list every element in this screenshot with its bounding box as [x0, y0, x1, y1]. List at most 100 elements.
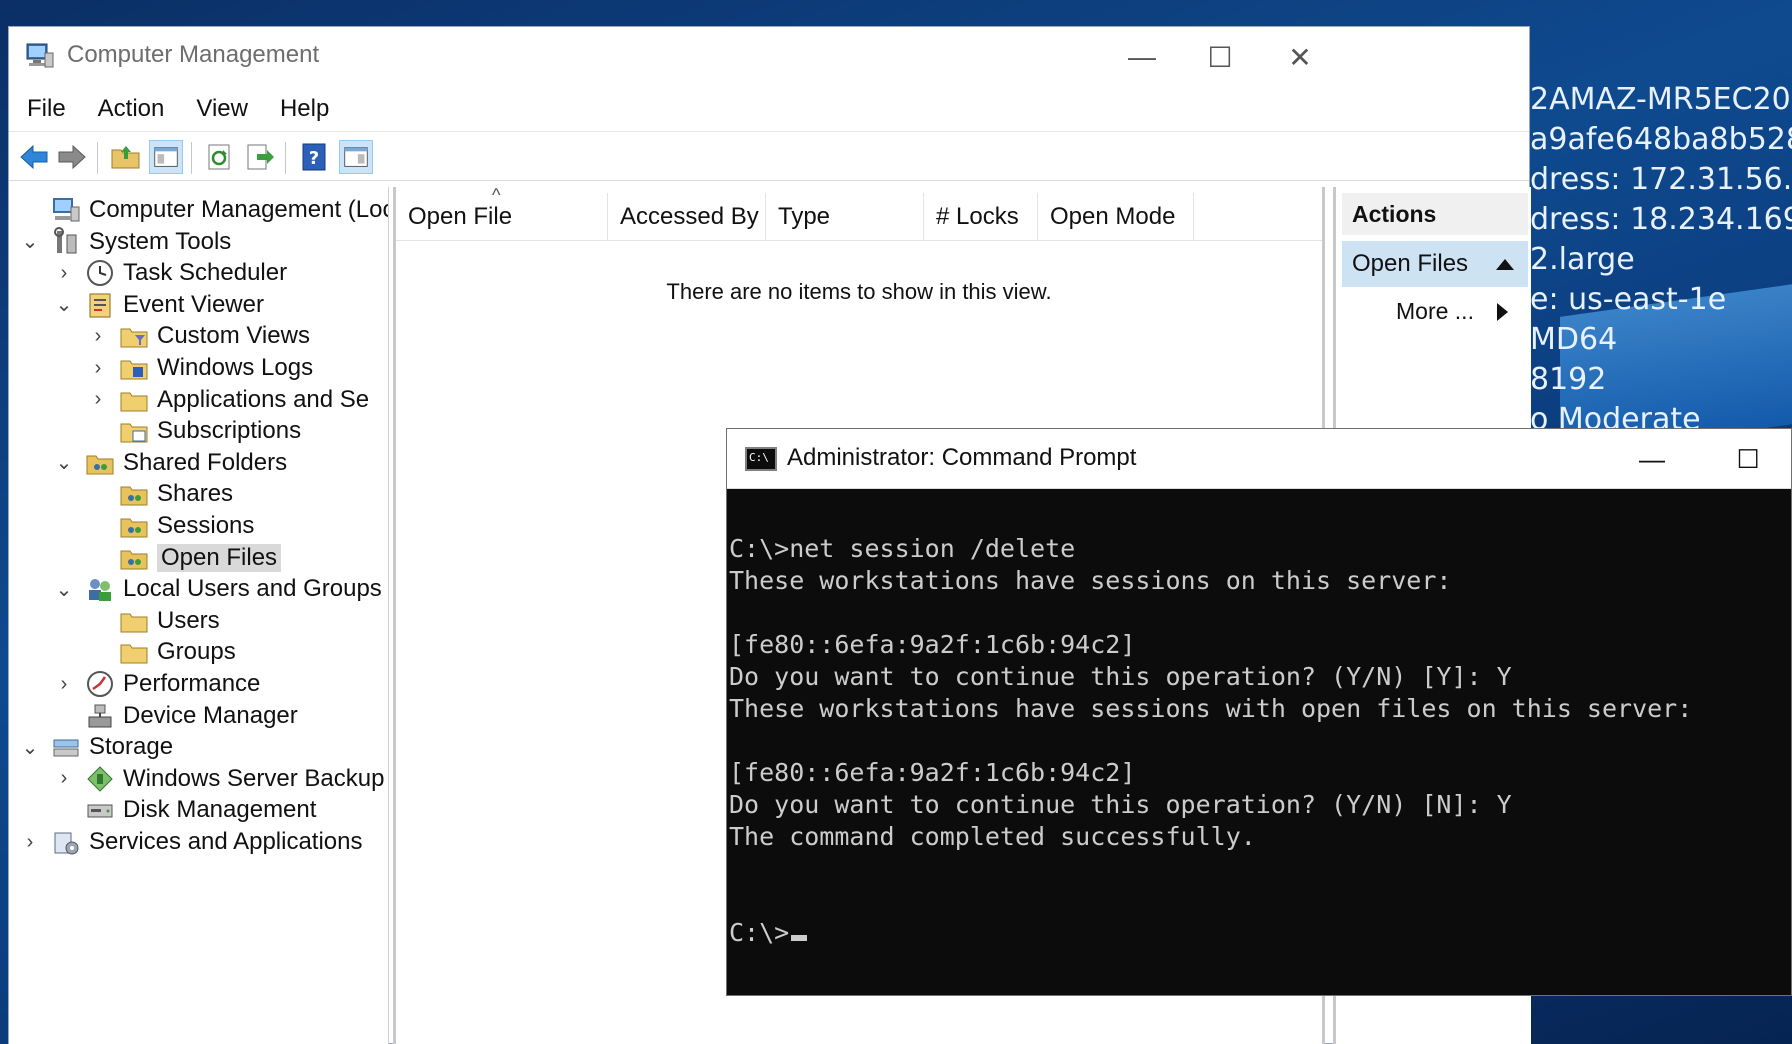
chevron-right-icon[interactable]: ›	[85, 355, 111, 381]
command-prompt-window[interactable]: C:\ Administrator: Command Prompt — ☐ C:…	[726, 428, 1792, 996]
cmd-minimize-button[interactable]: —	[1607, 429, 1697, 489]
tree-item-shares[interactable]: Shares	[85, 477, 233, 511]
up-folder-icon[interactable]	[109, 140, 143, 174]
console-line: Do you want to continue this operation? …	[729, 662, 1512, 691]
chevron-right-icon[interactable]: ›	[85, 323, 111, 349]
services-icon	[54, 832, 79, 855]
command-prompt-icon: C:\	[745, 447, 777, 471]
bginfo-overlay: 2AMAZ-MR5EC20 a9afe648ba8b528 dress: 172.3…	[1530, 80, 1792, 440]
chevron-down-icon[interactable]: ⌄	[17, 229, 43, 255]
event-viewer-icon	[89, 293, 111, 318]
refresh-icon[interactable]	[203, 140, 237, 174]
chevron-down-icon[interactable]: ⌄	[51, 450, 77, 476]
tree-item-label: Disk Management	[123, 796, 317, 824]
folder-icon	[120, 644, 148, 664]
subscriptions-icon	[120, 423, 148, 443]
tree-item-windows-logs[interactable]: › Windows Logs	[85, 351, 313, 385]
title-bar[interactable]: Computer Management — ☐ ✕	[9, 27, 1529, 87]
tree-item-services-and-applications[interactable]: › Services and Applications	[17, 825, 363, 859]
bginfo-line: a9afe648ba8b528	[1530, 122, 1792, 157]
tree-item-device-manager[interactable]: Device Manager	[51, 699, 298, 733]
folder-filter-icon	[120, 328, 148, 348]
computer-management-icon	[53, 198, 80, 222]
tree-item-users[interactable]: Users	[85, 604, 220, 638]
performance-icon	[87, 671, 113, 697]
tree-item-task-scheduler[interactable]: › Task Scheduler	[51, 256, 287, 290]
column-open-file[interactable]: Open File ^	[396, 185, 608, 241]
tree-item-label: Sessions	[157, 512, 255, 539]
export-list-icon[interactable]	[243, 140, 277, 174]
more-actions-item[interactable]: More ...	[1396, 291, 1526, 331]
tree-item-storage[interactable]: ⌄ Storage	[17, 730, 173, 764]
chevron-right-icon[interactable]: ›	[51, 766, 77, 792]
tree-item-applications-and-se[interactable]: › Applications and Se	[85, 383, 370, 417]
tree-item-event-viewer[interactable]: ⌄ Event Viewer	[51, 288, 264, 322]
console-output[interactable]: C:\>net session /delete These workstation…	[729, 501, 1789, 991]
submenu-arrow-icon	[1497, 303, 1508, 321]
tree-item-label: Local Users and Groups	[123, 575, 382, 603]
toolbar: ?	[9, 131, 1529, 181]
cmd-title-bar[interactable]: C:\ Administrator: Command Prompt — ☐	[727, 429, 1791, 489]
chevron-right-icon[interactable]: ›	[85, 387, 111, 413]
tree-item-subscriptions[interactable]: Subscriptions	[85, 414, 301, 448]
column-locks[interactable]: # Locks	[924, 193, 1038, 241]
menu-file[interactable]: File	[27, 95, 66, 123]
tree-item-disk-management[interactable]: Disk Management	[51, 793, 316, 827]
maximize-button[interactable]: ☐	[1175, 27, 1265, 87]
tree-item-windows-server-backup[interactable]: › Windows Server Backup	[51, 762, 385, 796]
more-actions-label: More ...	[1396, 297, 1474, 324]
tree-item-performance[interactable]: › Performance	[51, 667, 260, 701]
shared-folder-icon	[120, 518, 148, 538]
column-open-mode[interactable]: Open Mode	[1038, 193, 1194, 241]
tree-item-label: Device Manager	[123, 701, 298, 729]
sort-ascending-icon: ^	[492, 185, 501, 205]
clock-icon	[87, 260, 113, 287]
menu-bar: File Action View Help	[9, 87, 1529, 131]
chevron-right-icon[interactable]: ›	[51, 260, 77, 286]
tree-item-groups[interactable]: Groups	[85, 635, 236, 669]
tree-item-shared-folders[interactable]: ⌄ Shared Folders	[51, 446, 287, 480]
tree-item-label: System Tools	[89, 227, 232, 255]
column-accessed-by[interactable]: Accessed By	[608, 193, 766, 241]
chevron-down-icon[interactable]: ⌄	[51, 292, 77, 318]
menu-help[interactable]: Help	[280, 95, 329, 123]
cmd-maximize-button[interactable]: ☐	[1703, 429, 1792, 489]
minimize-button[interactable]: —	[1097, 27, 1187, 87]
tree-item-label: Task Scheduler	[123, 259, 288, 287]
menu-view[interactable]: View	[196, 95, 248, 123]
menu-action[interactable]: Action	[98, 95, 165, 123]
tree-item-label: Windows Logs	[157, 354, 314, 381]
tree-item-open-files[interactable]: Open Files	[85, 541, 282, 575]
close-button[interactable]: ✕	[1255, 27, 1345, 87]
chevron-down-icon[interactable]: ⌄	[51, 576, 77, 602]
bginfo-line: dress: 18.234.169.1	[1530, 202, 1792, 237]
actions-section-open-files[interactable]: Open Files	[1342, 241, 1528, 287]
column-type[interactable]: Type	[766, 193, 924, 241]
tree-item-system-tools[interactable]: ⌄ System Tools	[17, 225, 231, 259]
system-tools-icon	[54, 226, 77, 254]
forward-arrow-icon[interactable]	[55, 140, 89, 174]
bginfo-line: 2AMAZ-MR5EC20	[1530, 82, 1791, 117]
help-icon[interactable]: ?	[297, 140, 331, 174]
tree-item-custom-views[interactable]: › Custom Views	[85, 319, 310, 353]
window-title: Computer Management	[67, 41, 320, 68]
show-hide-tree-icon[interactable]	[149, 140, 183, 174]
collapse-up-icon[interactable]	[1496, 259, 1514, 270]
tree-item-label: Shared Folders	[123, 448, 288, 476]
show-hide-action-pane-icon[interactable]	[339, 140, 373, 174]
chevron-right-icon[interactable]: ›	[17, 829, 43, 855]
shared-folder-icon	[120, 550, 148, 570]
chevron-right-icon[interactable]: ›	[51, 671, 77, 697]
console-tree[interactable]: Computer Management (Local ⌄ System Tools ›…	[9, 187, 389, 1044]
back-arrow-icon[interactable]	[17, 140, 51, 174]
folder-log-icon	[120, 360, 148, 380]
tree-item-local-users-and-groups[interactable]: ⌄ Local Users and Groups	[51, 572, 382, 606]
chevron-down-icon[interactable]: ⌄	[17, 734, 43, 760]
tree-item-computer-management-local[interactable]: Computer Management (Local	[17, 193, 388, 227]
tree-item-label: Groups	[157, 638, 236, 666]
tree-item-sessions[interactable]: Sessions	[85, 509, 254, 543]
